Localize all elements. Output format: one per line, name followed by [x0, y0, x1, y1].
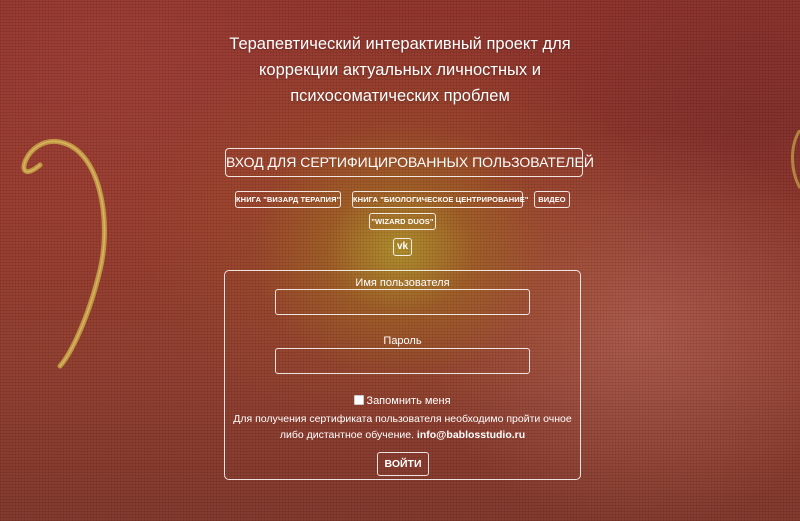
password-input[interactable] — [275, 348, 530, 374]
remember-me-row: Запомнить меня — [224, 395, 581, 407]
book-biological-centering-link[interactable]: КНИГА "БИОЛОГИЧЕСКОЕ ЦЕНТРИРОВАНИЕ" — [352, 191, 528, 208]
page-title: Терапевтический интерактивный проект для… — [200, 31, 600, 109]
certificate-info-text: Для получения сертификата пользователя н… — [229, 411, 576, 443]
book-wizard-therapy-link[interactable]: КНИГА "ВИЗАРД ТЕРАПИЯ" — [235, 191, 341, 208]
certified-login-button[interactable]: ВХОД ДЛЯ СЕРТИФИЦИРОВАННЫХ ПОЛЬЗОВАТЕЛЕЙ — [225, 148, 594, 177]
title-line-3: психосоматических проблем — [290, 87, 510, 105]
username-label: Имя пользователя — [355, 277, 450, 289]
password-label: Пароль — [383, 335, 422, 347]
title-line-2: коррекции актуальных личностных и — [259, 61, 541, 79]
contact-email-link[interactable]: info@bablosstudio.ru — [417, 429, 525, 441]
video-link[interactable]: ВИДЕО — [534, 191, 570, 208]
wizard-duos-link[interactable]: "WIZARD DUOS" — [369, 213, 436, 230]
title-line-1: Терапевтический интерактивный проект для — [229, 35, 571, 53]
page-content: Терапевтический интерактивный проект для… — [0, 0, 800, 521]
remember-me-label[interactable]: Запомнить меня — [366, 395, 450, 407]
login-form: Имя пользователя Пароль Запомнить меня Д… — [224, 270, 581, 480]
username-input[interactable] — [275, 289, 530, 315]
login-submit-button[interactable]: ВОЙТИ — [377, 452, 429, 476]
vk-icon[interactable]: vk — [393, 238, 412, 256]
remember-me-checkbox[interactable] — [354, 395, 365, 405]
